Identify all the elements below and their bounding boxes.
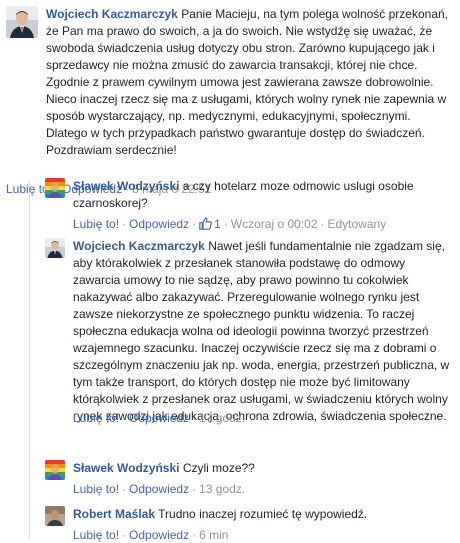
- comment-actions: Lubię to! · Odpowiedz · 13 godz.: [73, 482, 246, 496]
- avatar[interactable]: [45, 506, 65, 526]
- comment-body: Nawet jeśli fundamentalnie nie zgadzam s…: [73, 239, 450, 423]
- man-photo-icon: [45, 506, 65, 526]
- comment-body: Czyli moze??: [182, 461, 255, 475]
- comment-text: Robert Maślak Trudno inaczej rozumieć tę…: [73, 506, 453, 523]
- man-portrait-icon: [45, 238, 65, 258]
- author-name[interactable]: Sławek Wodzyński: [73, 179, 179, 193]
- comment-body: Panie Macieju, na tym polega wolność prz…: [46, 7, 449, 157]
- edited-label[interactable]: Edytowany: [328, 217, 387, 231]
- avatar[interactable]: [45, 178, 65, 198]
- avatar[interactable]: [45, 460, 65, 480]
- comment-text: Wojciech Kaczmarczyk Panie Macieju, na t…: [46, 6, 454, 159]
- comment-actions: Lubię to! · Odpowiedz · 6 min: [73, 528, 229, 542]
- rainbow-flag-portrait-icon: [45, 178, 65, 198]
- like-button[interactable]: Lubię to!: [73, 482, 119, 496]
- avatar[interactable]: [6, 6, 38, 38]
- rainbow-flag-portrait-icon: [45, 460, 65, 480]
- comment-text: Sławek Wodzyński a czy hotelarz moze odm…: [73, 178, 453, 212]
- author-name[interactable]: Wojciech Kaczmarczyk: [46, 7, 178, 21]
- man-portrait-icon: [6, 6, 38, 38]
- timestamp[interactable]: 13 godz.: [199, 482, 245, 496]
- reply-thread-line: [29, 180, 30, 540]
- reply-button[interactable]: Odpowiedz: [129, 482, 189, 496]
- reply-button[interactable]: Odpowiedz: [129, 411, 189, 425]
- like-button[interactable]: Lubię to!: [73, 217, 119, 231]
- thumbs-up-icon: [199, 217, 212, 230]
- author-name[interactable]: Robert Maślak: [73, 507, 155, 521]
- comment-actions: Lubię to! · Odpowiedz · 17 godz.: [73, 411, 246, 425]
- comment-text: Sławek Wodzyński Czyli moze??: [73, 460, 453, 477]
- avatar[interactable]: [45, 238, 65, 258]
- timestamp[interactable]: Wczoraj o 00:02: [231, 217, 318, 231]
- timestamp[interactable]: 17 godz.: [199, 411, 245, 425]
- author-name[interactable]: Sławek Wodzyński: [73, 461, 179, 475]
- author-name[interactable]: Wojciech Kaczmarczyk: [73, 239, 205, 253]
- like-button[interactable]: Lubię to!: [73, 411, 119, 425]
- like-count[interactable]: 1: [199, 217, 221, 231]
- comment-actions: Lubię to! · Odpowiedz · 1 · Wczoraj o 00:02 · Ed…: [73, 217, 387, 231]
- comment-text: Wojciech Kaczmarczyk Nawet jeśli fundame…: [73, 238, 453, 425]
- comment-body: Trudno inaczej rozumieć tę wypowiedź.: [158, 507, 368, 521]
- reply-button[interactable]: Odpowiedz: [129, 217, 189, 231]
